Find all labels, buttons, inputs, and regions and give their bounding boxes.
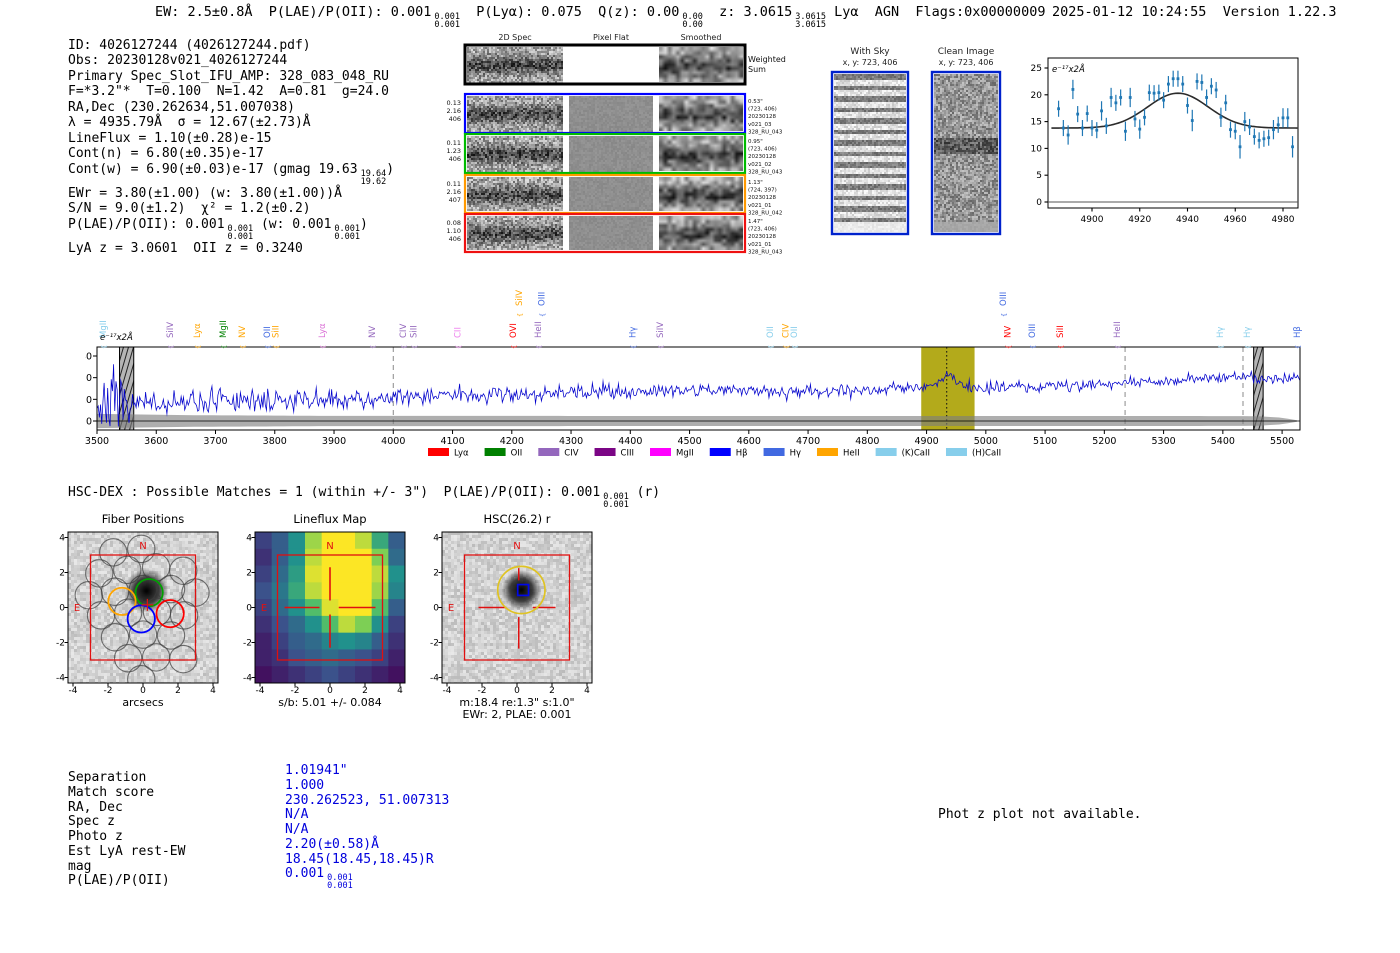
elixer-detection-report: EW: 2.5±0.8Å P(LAE)/P(OII): 0.0010.0010.… [0, 0, 1400, 953]
match-row-value: 1.01941" [285, 764, 449, 779]
full-spectrum-plot [85, 262, 1315, 467]
stacked-uncertainty: 0.0010.001 [603, 493, 629, 509]
match-row-label: P(LAE)/P(OII) [68, 874, 185, 889]
info-line: ID: 4026127244 (4026127244.pdf) [68, 38, 394, 53]
report-version: Version 1.22.3 [1223, 4, 1337, 20]
match-row-value: 0.0010.0010.001 [285, 867, 449, 882]
match-row-value: N/A [285, 808, 449, 823]
info-line: F=*3.2"* T=0.100 N=1.42 A=0.81 g=24.0 [68, 84, 394, 99]
photz-note: Phot z plot not available. [938, 807, 1142, 822]
fiber-positions-panel [56, 505, 230, 697]
stacked-uncertainty: 0.0010.001 [228, 225, 254, 241]
lineflux-map-panel [243, 505, 417, 697]
match-row-value: 2.20(±0.58)Å [285, 838, 449, 853]
lineflux-caption: s/b: 5.01 +/- 0.084 [243, 696, 417, 709]
emission-line-fit-plot [1025, 45, 1315, 235]
info-line: RA,Dec (230.262634,51.007038) [68, 100, 394, 115]
report-timestamp-block: 2025-01-12 10:24:55 Version 1.22.3 [1052, 4, 1337, 20]
match-row-label: Photo z [68, 830, 185, 845]
stacked-uncertainty: 0.0010.001 [334, 225, 360, 241]
match-row-label: Est LyA rest-EW [68, 845, 185, 860]
summary-header-line: EW: 2.5±0.8Å P(LAE)/P(OII): 0.0010.0010.… [155, 4, 1045, 29]
match-row-label: Match score [68, 786, 185, 801]
info-line: EWr = 3.80(±1.00) (w: 3.80(±1.00))Å [68, 186, 394, 201]
info-line: LyA z = 3.0601 OII z = 0.3240 [68, 241, 394, 256]
match-row-value: N/A [285, 823, 449, 838]
detection-info-block: ID: 4026127244 (4026127244.pdf)Obs: 2023… [68, 38, 394, 256]
match-row-value: 18.45(18.45,18.45)R [285, 853, 449, 868]
info-line: λ = 4935.79Å σ = 12.67(±2.73)Å [68, 115, 394, 130]
match-row-value: 1.000 [285, 779, 449, 794]
stacked-uncertainty: 0.0010.001 [327, 874, 353, 890]
match-row-label: Spec z [68, 815, 185, 830]
sky-image-panels [815, 40, 1015, 240]
report-datetime: 2025-01-12 10:24:55 [1052, 4, 1206, 20]
stacked-uncertainty: 19.6419.62 [361, 170, 387, 186]
info-line: LineFlux = 1.10(±0.28)e-15 [68, 131, 394, 146]
match-row-value: 230.262523, 51.007313 [285, 794, 449, 809]
match-table-values: 1.01941"1.000230.262523, 51.007313N/AN/A… [285, 764, 449, 882]
hsc-image-panel [430, 505, 604, 697]
stacked-uncertainty: 0.000.00 [682, 13, 702, 29]
match-table-labels: SeparationMatch scoreRA, DecSpec zPhoto … [68, 771, 185, 889]
info-line: Primary Spec_Slot_IFU_AMP: 328_083_048_R… [68, 69, 394, 84]
info-line: S/N = 9.0(±1.2) χ² = 1.2(±0.2) [68, 201, 394, 216]
info-line: Cont(w) = 6.90(±0.03)e-17 (gmag 19.6319.… [68, 162, 394, 186]
info-line: Obs: 20230128v021_4026127244 [68, 53, 394, 68]
info-line: P(LAE)/P(OII): 0.0010.0010.001 (w: 0.001… [68, 217, 394, 241]
info-line: Cont(n) = 6.80(±0.35)e-17 [68, 146, 394, 161]
match-row-label: mag [68, 860, 185, 875]
match-row-label: Separation [68, 771, 185, 786]
fiber-xlabel: arcsecs [56, 696, 230, 709]
match-row-label: RA, Dec [68, 801, 185, 816]
2d-spectra-panel [440, 28, 800, 258]
stacked-uncertainty: 0.0010.001 [434, 13, 460, 29]
hsc-caption-2: EWr: 2, PLAE: 0.001 [430, 708, 604, 721]
stacked-uncertainty: 3.06153.0615 [795, 13, 826, 29]
header-spacer [1206, 4, 1222, 20]
